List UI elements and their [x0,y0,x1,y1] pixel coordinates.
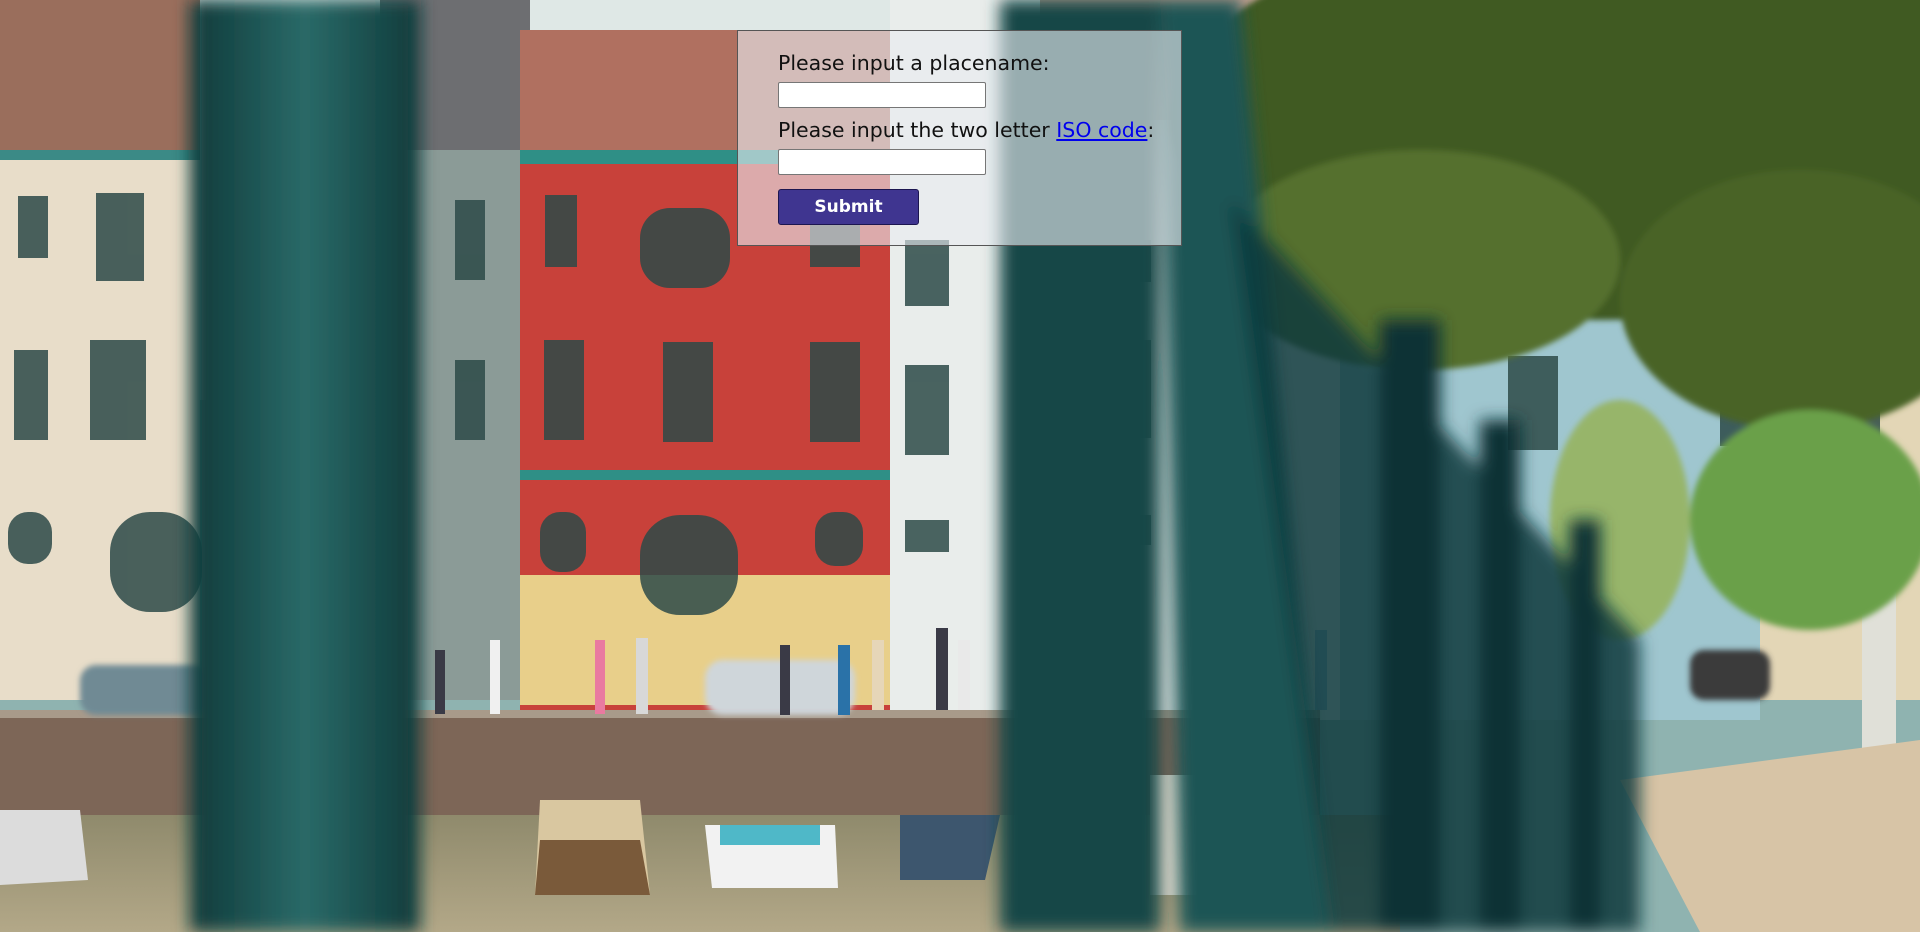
iso-code-label: Please input the two letter ISO code: [778,116,1181,144]
iso-label-prefix: Please input the two letter [778,118,1057,142]
iso-label-suffix: : [1147,118,1155,142]
place-form: Please input a placename: Please input t… [737,30,1182,246]
placename-input[interactable] [778,82,986,108]
placename-label-text: Please input a placename: [778,51,1050,75]
submit-button[interactable]: Submit [778,189,919,225]
placename-label: Please input a placename: [778,49,1181,77]
iso-code-link[interactable]: ISO code [1056,118,1147,142]
iso-code-input[interactable] [778,149,986,175]
